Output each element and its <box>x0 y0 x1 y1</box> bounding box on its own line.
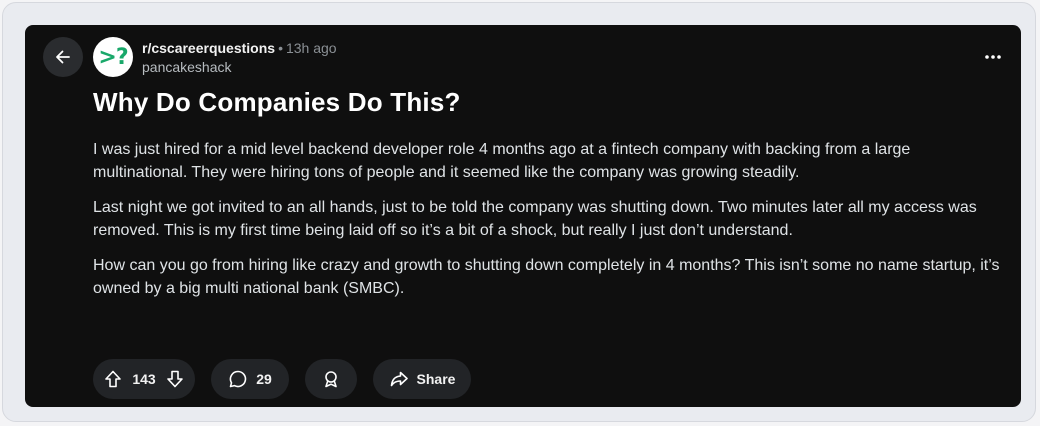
downvote-button[interactable] <box>165 369 185 389</box>
post-title: Why Do Companies Do This? <box>93 87 461 117</box>
post-paragraph: Last night we got invited to an all hand… <box>93 199 977 239</box>
comment-bubble-icon <box>229 370 247 388</box>
more-horizontal-icon <box>985 55 1001 59</box>
share-arrow-icon <box>390 371 408 387</box>
more-options-button[interactable] <box>979 43 1007 71</box>
post-paragraph: I was just hired for a mid level backend… <box>93 141 911 181</box>
back-button[interactable] <box>43 37 83 77</box>
post-meta: r/cscareerquestions • 13h ago pancakeshack <box>142 39 337 76</box>
award-button[interactable] <box>305 359 357 399</box>
share-button[interactable]: Share <box>373 359 471 399</box>
upvote-button[interactable] <box>103 369 123 389</box>
post-time: 13h ago <box>285 40 337 56</box>
window-frame: >? r/cscareerquestions • 13h ago pancakesh… <box>2 2 1036 422</box>
avatar-glyph: >? <box>98 44 128 70</box>
action-bar: 143 29 Share <box>93 359 471 399</box>
meta-row: r/cscareerquestions • 13h ago <box>142 39 337 57</box>
author-link[interactable]: pancakeshack <box>142 58 337 76</box>
post-paragraph: How can you go from hiring like crazy an… <box>93 257 1000 297</box>
comment-count: 29 <box>256 371 272 387</box>
share-label: Share <box>416 371 456 387</box>
award-icon <box>325 371 337 388</box>
arrow-down-icon <box>167 370 183 388</box>
comments-button[interactable]: 29 <box>211 359 289 399</box>
vote-count: 143 <box>132 371 156 387</box>
arrow-left-icon <box>56 50 70 64</box>
meta-separator: • <box>278 40 283 56</box>
vote-control: 143 <box>93 359 195 399</box>
subreddit-link[interactable]: r/cscareerquestions <box>142 40 275 56</box>
subreddit-avatar[interactable]: >? <box>93 37 133 77</box>
post-card: >? r/cscareerquestions • 13h ago pancakesh… <box>25 25 1021 407</box>
post-body: I was just hired for a mid level backend… <box>93 138 1003 312</box>
arrow-up-icon <box>105 370 121 388</box>
